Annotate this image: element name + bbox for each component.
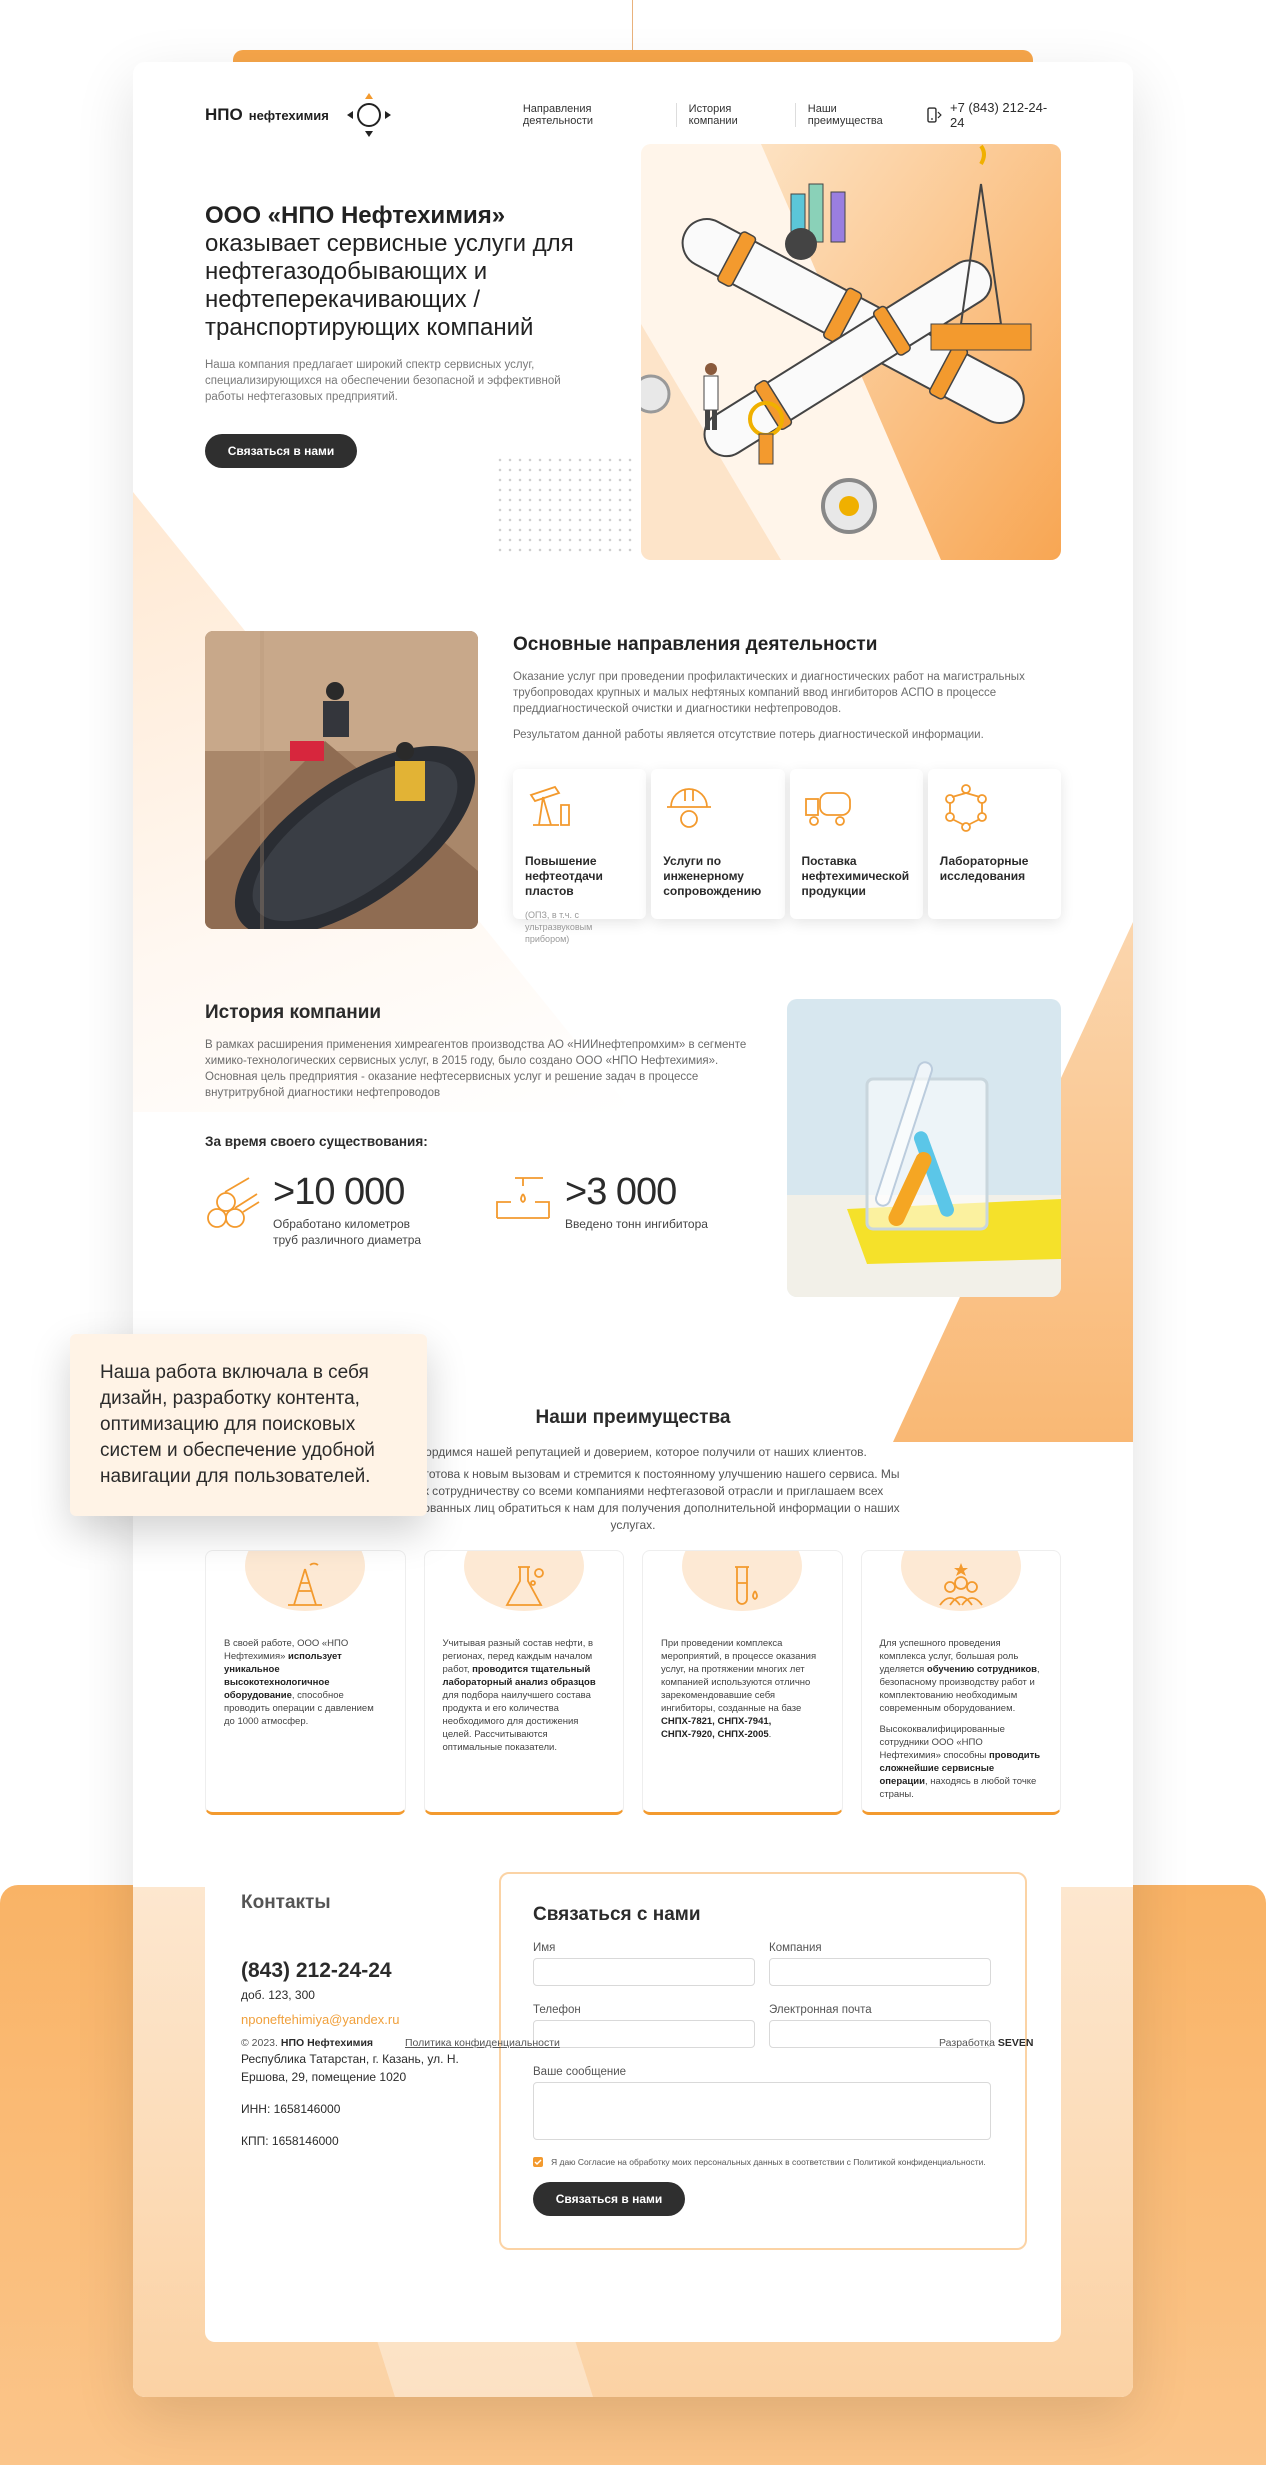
nav-history[interactable]: История компании (677, 103, 796, 127)
advantages-cards: В своей работе, ООО «НПО Нефтехимия» исп… (205, 1550, 1061, 1815)
advantage-text: Для успешного проведения комплекса услуг… (879, 1638, 1041, 1800)
lab-beaker-photo (787, 999, 1061, 1297)
stat-inhibitor-label: Введено тонн ингибитора (565, 1217, 708, 1231)
page-frame: НПО нефтехимия Направления деятельности … (133, 62, 1133, 2397)
message-textarea[interactable] (533, 2082, 991, 2140)
stat-inhibitor: >3 000 Введено тонн ингибитора (493, 1172, 708, 1232)
advantage-text: При проведении комплекса мероприятий, в … (661, 1638, 817, 1740)
stat-pipes-number: >10 000 (273, 1171, 405, 1213)
footer-policy-link[interactable]: Политика конфиденциальности (405, 2037, 560, 2049)
contacts-kpp: КПП: 1658146000 (241, 2134, 339, 2148)
hero-illustration (641, 144, 1061, 560)
phone-icon (927, 107, 942, 123)
direction-card-title: Поставка нефтехимической продукции (801, 854, 910, 898)
pipes-icon (207, 1177, 260, 1228)
advantage-card-staff: Для успешного проведения комплекса услуг… (860, 1550, 1061, 1815)
phone-input[interactable] (533, 2020, 755, 2048)
hero-title-rest: оказывает сервисные услуги для нефтегазо… (205, 230, 574, 341)
contact-form: Связаться с нами Имя Компания Телефон Эл… (499, 1872, 1027, 2250)
history-text: В рамках расширения применения химреаген… (205, 1039, 747, 1099)
header: НПО нефтехимия Направления деятельности … (205, 90, 1061, 140)
contacts-phone[interactable]: (843) 212-24-24 (241, 1959, 392, 1983)
inhibitor-drop-icon (496, 1177, 550, 1219)
contacts-address: Республика Татарстан, г. Казань, ул. Н. … (241, 2052, 459, 2084)
footer-developer[interactable]: Разработка SEVEN (939, 2037, 1034, 2049)
contacts-inn: ИНН: 1658146000 (241, 2102, 341, 2116)
company-label: Компания (769, 1942, 822, 1954)
dots-pattern (495, 455, 635, 555)
logo[interactable]: НПО нефтехимия (205, 87, 397, 143)
advantage-card-inhibitors: При проведении комплекса мероприятий, в … (642, 1550, 843, 1815)
nav-advantages[interactable]: Наши преимущества (796, 103, 926, 127)
contacts-extension: доб. 123, 300 (241, 1988, 315, 2002)
footer-copyright: © 2023. НПО Нефтехимия (241, 2037, 374, 2049)
name-input[interactable] (533, 1958, 755, 1986)
direction-card-supply[interactable]: Поставка нефтехимической продукции (789, 769, 923, 919)
directions-cards: Повышение нефтеотдачи пластов (ОПЗ, в т.… (513, 769, 1061, 944)
flask-icon (505, 1566, 544, 1606)
phone-label: Телефон (533, 2004, 581, 2016)
header-phone[interactable]: +7 (843) 212-24-24 (926, 100, 1061, 130)
advantage-text: В своей работе, ООО «НПО Нефтехимия» исп… (224, 1638, 374, 1727)
pipeline-illustration (641, 144, 1061, 560)
email-label: Электронная почта (769, 2004, 872, 2016)
directions-text-1: Оказание услуг при проведении профилакти… (513, 671, 1025, 715)
hero-description: Наша компания предлагает широкий спектр … (205, 359, 561, 403)
hero-title: ООО «НПО Нефтехимия» оказывает сервисные… (205, 202, 585, 342)
stat-pipes-label: Обработано километров труб различного ди… (273, 1217, 422, 1247)
tanker-truck-icon (804, 792, 851, 826)
logo-main: НПО (205, 105, 243, 124)
direction-card-lab[interactable]: Лабораторные исследования (927, 769, 1061, 919)
company-input[interactable] (769, 1958, 991, 1986)
direction-card-oil-recovery[interactable]: Повышение нефтеотдачи пластов (ОПЗ, в т.… (513, 769, 647, 944)
directions-title: Основные направления деятельности (513, 634, 878, 655)
consent-checkbox-row[interactable]: Я даю Согласие на обработку моих персона… (533, 2157, 986, 2167)
pipeline-workers-photo (205, 631, 478, 929)
advantage-text: Учитывая разный состав нефти, в регионах… (442, 1638, 596, 1753)
contacts-email-link[interactable]: nponeftehimiya@yandex.ru (241, 2012, 399, 2027)
direction-card-engineering[interactable]: Услуги по инженерному сопровождению (651, 769, 785, 919)
top-line (632, 0, 633, 55)
form-submit-button[interactable]: Связаться в нами (533, 2182, 685, 2216)
logo-sub: нефтехимия (248, 107, 329, 123)
directions-photo (205, 631, 478, 929)
consent-checkbox[interactable] (533, 2157, 543, 2167)
engineer-helmet-icon (667, 788, 712, 828)
direction-card-title: Лабораторные исследования (939, 854, 1029, 883)
advantages-text-2: Компания готова к новым вызовам и стреми… (366, 1467, 900, 1532)
history-subtitle: За время своего существования: (205, 1134, 428, 1149)
contacts-section: Контакты (843) 212-24-24 доб. 123, 300 n… (205, 1872, 1061, 2342)
hero-title-company: ООО «НПО Нефтехимия» (205, 202, 506, 229)
check-icon (534, 2159, 542, 2166)
oil-pump-icon (529, 785, 570, 826)
oil-rig-icon (288, 1562, 323, 1606)
message-label: Ваше сообщение (533, 2066, 627, 2078)
stat-inhibitor-number: >3 000 (565, 1171, 677, 1213)
form-title: Связаться с нами (533, 1904, 701, 1925)
stat-pipes: >10 000 Обработано километров труб разли… (205, 1172, 423, 1248)
contacts-title: Контакты (241, 1892, 331, 1913)
nav-directions[interactable]: Направления деятельности (511, 103, 677, 127)
consent-text: Я даю Согласие на обработку моих персона… (551, 2157, 986, 2167)
advantages-text-1: Мы гордимся нашей репутацией и доверием,… (399, 1445, 867, 1459)
name-label: Имя (533, 1942, 556, 1954)
history-photo (787, 999, 1061, 1297)
team-stars-icon (939, 1563, 983, 1606)
direction-card-sub: (ОПЗ, в т.ч. с ультразвуковым прибором) (525, 910, 593, 944)
overlay-note-card: Наша работа включала в себя дизайн, разр… (70, 1334, 427, 1516)
header-phone-number: +7 (843) 212-24-24 (950, 100, 1048, 130)
history-title: История компании (205, 1002, 382, 1023)
logo-mark-icon (346, 93, 391, 137)
test-tube-icon (735, 1566, 759, 1605)
directions-text-2: Результатом данной работы является отсут… (513, 729, 984, 741)
direction-card-title: Услуги по инженерному сопровождению (663, 854, 762, 898)
molecule-icon (944, 784, 987, 832)
advantage-card-lab-analysis: Учитывая разный состав нефти, в регионах… (423, 1550, 624, 1815)
main-nav: Направления деятельности История компани… (511, 103, 926, 127)
advantage-card-equipment: В своей работе, ООО «НПО Нефтехимия» исп… (205, 1550, 406, 1815)
direction-card-title: Повышение нефтеотдачи пластов (525, 854, 603, 898)
hero-contact-button[interactable]: Связаться в нами (205, 434, 357, 468)
